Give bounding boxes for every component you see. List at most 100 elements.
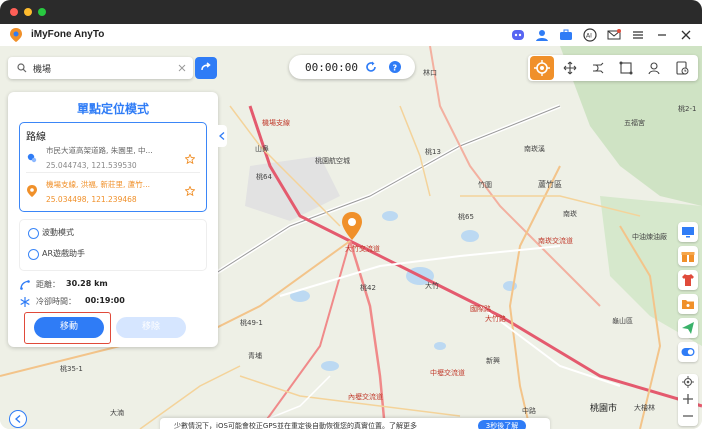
folder-button[interactable] (678, 294, 698, 314)
route-icon (593, 62, 604, 74)
menu-icon[interactable] (630, 27, 646, 43)
close-icon[interactable] (678, 27, 694, 43)
svg-text:AI: AI (586, 33, 592, 40)
share-button[interactable] (678, 318, 698, 338)
map-label: 青埔 (248, 352, 262, 360)
tshirt-button[interactable] (678, 270, 698, 290)
map-label: 南崁 (563, 210, 577, 218)
route-panel: 單點定位模式 路線 市民大道高架道路, 朱園里, 中... 25.044743,… (8, 92, 218, 347)
multi-spot-mode-button[interactable] (614, 56, 638, 80)
map-label: 五福宮 (624, 119, 645, 127)
map-label: 蘆竹區 (538, 180, 562, 189)
gift-button[interactable] (678, 246, 698, 266)
history-button[interactable] (670, 56, 694, 80)
notice-text: 少數情況下，iOS可能會校正GPS並在重定後自動恢復您的真實位置。了解更多 (174, 422, 417, 429)
maximize-window-button[interactable] (38, 8, 46, 16)
minimize-icon[interactable] (654, 27, 670, 43)
chevron-left-icon (218, 132, 224, 140)
star-icon[interactable] (185, 186, 195, 196)
location-pin-icon[interactable] (342, 212, 362, 240)
app-window: iMyFone AnyTo AI 桃園航空城 竹圍 蘆竹區 南崁 大竹 新興 龜… (0, 0, 702, 429)
destination-pin-icon (27, 185, 37, 197)
discord-icon[interactable] (510, 27, 526, 43)
tshirt-icon (682, 274, 694, 286)
app-title: iMyFone AnyTo (31, 29, 105, 40)
move-button[interactable]: 移動 (34, 317, 104, 338)
radio-ar-game-label: AR遊戲助手 (42, 249, 86, 258)
gift-icon (681, 252, 695, 262)
device-button[interactable] (678, 222, 698, 242)
zoom-out-icon[interactable] (682, 410, 694, 422)
multi-route-icon (619, 61, 633, 75)
send-icon (682, 322, 694, 334)
distance-label: 距離： (36, 280, 60, 289)
route-heading: 路線 (26, 132, 46, 143)
zoom-controls (678, 374, 698, 426)
refresh-icon[interactable] (365, 61, 377, 73)
mode-options: 波動模式 AR遊戲助手 (19, 219, 207, 271)
map-label: 機場支線 (262, 119, 290, 127)
minimize-window-button[interactable] (24, 8, 32, 16)
mail-icon[interactable] (606, 27, 622, 43)
map-label: 林口 (423, 69, 437, 77)
map-label: 南崁溪 (524, 145, 545, 153)
person-pin-icon (648, 62, 660, 75)
map-label: 桃49-1 (240, 319, 263, 327)
collapse-panel-button[interactable] (216, 125, 227, 147)
map-label: 新興 (486, 357, 500, 365)
map-label: 大竹路 (485, 315, 506, 323)
monitor-icon (682, 227, 694, 238)
search-icon (17, 63, 27, 73)
back-button[interactable] (9, 410, 27, 428)
map-label: 南崁交流道 (538, 237, 573, 245)
search-box: 機場 (8, 57, 193, 79)
clear-search-icon[interactable] (178, 64, 186, 72)
remove-button[interactable]: 移除 (116, 317, 186, 338)
search-go-button[interactable] (195, 57, 217, 79)
distance-icon (20, 280, 30, 290)
timer-display: 00:00:00 (305, 61, 358, 74)
search-input[interactable]: 機場 (33, 62, 173, 75)
route-box: 路線 市民大道高架道路, 朱園里, 中... 25.044743, 121.53… (19, 122, 207, 212)
chevron-left-icon (15, 415, 21, 423)
map-label: 中路 (522, 407, 536, 415)
map-label: 桃35-1 (60, 365, 83, 373)
close-window-button[interactable] (10, 8, 18, 16)
briefcase-icon[interactable] (558, 27, 574, 43)
map-label: 大檜林 (634, 404, 655, 412)
radio-fluctuation[interactable] (28, 228, 39, 239)
ai-icon[interactable]: AI (582, 27, 598, 43)
map-label: 桃園市 (590, 404, 618, 414)
map-label: 桃64 (256, 173, 272, 181)
map-label: 桃13 (425, 148, 441, 156)
app-logo-icon (10, 28, 22, 42)
destination-coords: 25.034498, 121.239468 (46, 195, 137, 204)
route-divider (26, 172, 200, 173)
help-icon[interactable]: ? (389, 61, 401, 73)
star-icon[interactable] (185, 154, 195, 164)
map-label: 大竹 (425, 282, 439, 290)
radio-ar-game[interactable] (28, 249, 39, 260)
joystick-mode-button[interactable] (558, 56, 582, 80)
toggle-button[interactable] (678, 342, 698, 362)
map-label: 國際路 (470, 305, 491, 313)
snowflake-icon (20, 297, 30, 307)
timer-bar: 00:00:00 ? (289, 55, 415, 79)
folder-icon (682, 300, 694, 309)
map-label: 山鼻 (255, 145, 269, 153)
zoom-in-icon[interactable] (682, 393, 694, 405)
move-arrows-icon (563, 61, 577, 75)
toggle-icon (681, 348, 695, 356)
target-icon (534, 60, 550, 76)
teleport-mode-button[interactable] (530, 56, 554, 80)
two-spot-mode-button[interactable] (586, 56, 610, 80)
start-address: 市民大道高架道路, 朱園里, 中... (46, 146, 153, 155)
destination-address: 機場支線, 洪福, 新莊里, 蘆竹... (46, 180, 150, 189)
account-icon[interactable] (534, 27, 550, 43)
locate-icon[interactable] (682, 376, 694, 388)
cooldown-value: 00:19:00 (85, 296, 125, 305)
notice-button[interactable]: 3秒後了解 (478, 420, 526, 429)
person-mode-button[interactable] (642, 56, 666, 80)
map-label: 竹圍 (478, 181, 492, 189)
map-label: 大竹交流道 (345, 245, 380, 253)
